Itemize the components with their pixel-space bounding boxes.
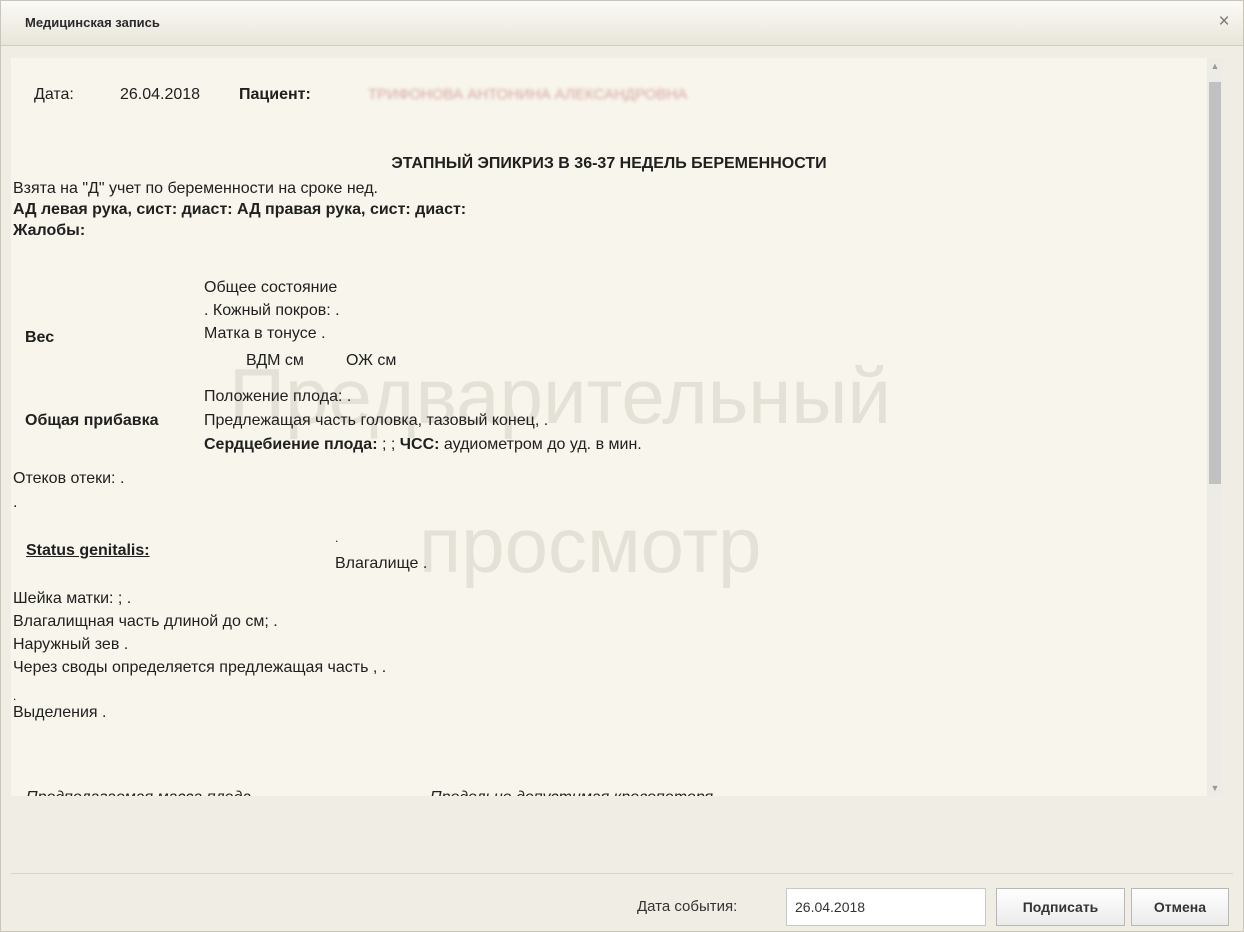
cancel-button[interactable]: Отмена: [1131, 888, 1229, 926]
medical-record-dialog: Медицинская запись × Предварительный про…: [0, 0, 1244, 932]
complaints-label: Жалобы:: [13, 222, 86, 239]
patient-name: ТРИФОНОВА АНТОНИНА АЛЕКСАНДРОВНА: [368, 86, 688, 103]
cervix-line: Шейка матки: ; .: [13, 590, 132, 607]
dot-line-1: .: [13, 494, 18, 511]
general-state: Общее состояние: [204, 279, 338, 296]
external-os-line: Наружный зев .: [13, 636, 129, 653]
heartbeat-value: ; ;: [377, 436, 396, 453]
scroll-down-icon[interactable]: ▼: [1207, 780, 1223, 796]
status-genitalis-label: Status genitalis:: [26, 542, 150, 559]
sign-button[interactable]: Подписать: [996, 888, 1125, 926]
registration-line: Взята на "Д" учет по беременности на сро…: [13, 180, 378, 197]
dot-line-3: .: [13, 689, 17, 703]
event-date-label: Дата события:: [637, 898, 738, 915]
presenting-part: Предлежащая часть головка, тазовый конец…: [204, 412, 549, 429]
vaults-line: Через своды определяется предлежащая час…: [13, 659, 387, 676]
document-body: Предварительный просмотр Дата: 26.04.201…: [11, 58, 1207, 796]
document-heading: ЭТАПНЫЙ ЭПИКРИЗ В 36-37 НЕДЕЛЬ БЕРЕМЕННО…: [391, 155, 827, 172]
patient-label: Пациент:: [239, 86, 311, 103]
total-gain-label: Общая прибавка: [25, 412, 159, 429]
event-date-input[interactable]: 26.04.2018: [786, 888, 986, 926]
close-icon[interactable]: ×: [1213, 11, 1235, 33]
scrollbar-thumb[interactable]: [1209, 82, 1221, 484]
chss-value: аудиометром до уд. в мин.: [439, 436, 642, 453]
blood-pressure-line: АД левая рука, сист: диаст: АД правая ру…: [13, 201, 467, 218]
ozh: ОЖ см: [346, 352, 397, 369]
heartbeat-line: Сердцебиение плода: ; ; ЧСС: аудиометром…: [204, 434, 642, 455]
scroll-up-icon[interactable]: ▲: [1207, 58, 1223, 74]
watermark-line2: просмотр: [419, 501, 762, 589]
vertical-scrollbar[interactable]: ▲ ▼: [1207, 58, 1223, 796]
weight-label: Вес: [25, 329, 55, 346]
vaginal-part-line: Влагалищная часть длиной до см; .: [13, 613, 278, 630]
uterus-tone: Матка в тонусе .: [204, 325, 326, 342]
vdm: ВДМ см: [246, 352, 304, 369]
edema-line: Отеков отеки: .: [13, 470, 125, 487]
blood-loss-label: Предельно допустимая кровопотеря: [430, 787, 713, 796]
dialog-title: Медицинская запись: [25, 15, 160, 30]
footer-divider: [11, 873, 1233, 874]
date-label: Дата:: [34, 86, 74, 103]
dot-line-2: .: [335, 531, 339, 545]
discharge-line: Выделения .: [13, 704, 107, 721]
estimated-mass-label: Предполагаемая масса плода: [26, 787, 251, 796]
chss-label: ЧСС:: [399, 436, 440, 453]
heartbeat-label: Сердцебиение плода:: [204, 436, 378, 453]
vagina-line: Влагалище .: [335, 555, 428, 572]
document-viewport[interactable]: Предварительный просмотр Дата: 26.04.201…: [11, 58, 1223, 796]
date-value: 26.04.2018: [120, 86, 201, 103]
fetus-position: Положение плода: .: [204, 388, 352, 405]
skin-line: . Кожный покров: .: [204, 302, 340, 319]
dialog-titlebar: Медицинская запись ×: [1, 1, 1243, 46]
